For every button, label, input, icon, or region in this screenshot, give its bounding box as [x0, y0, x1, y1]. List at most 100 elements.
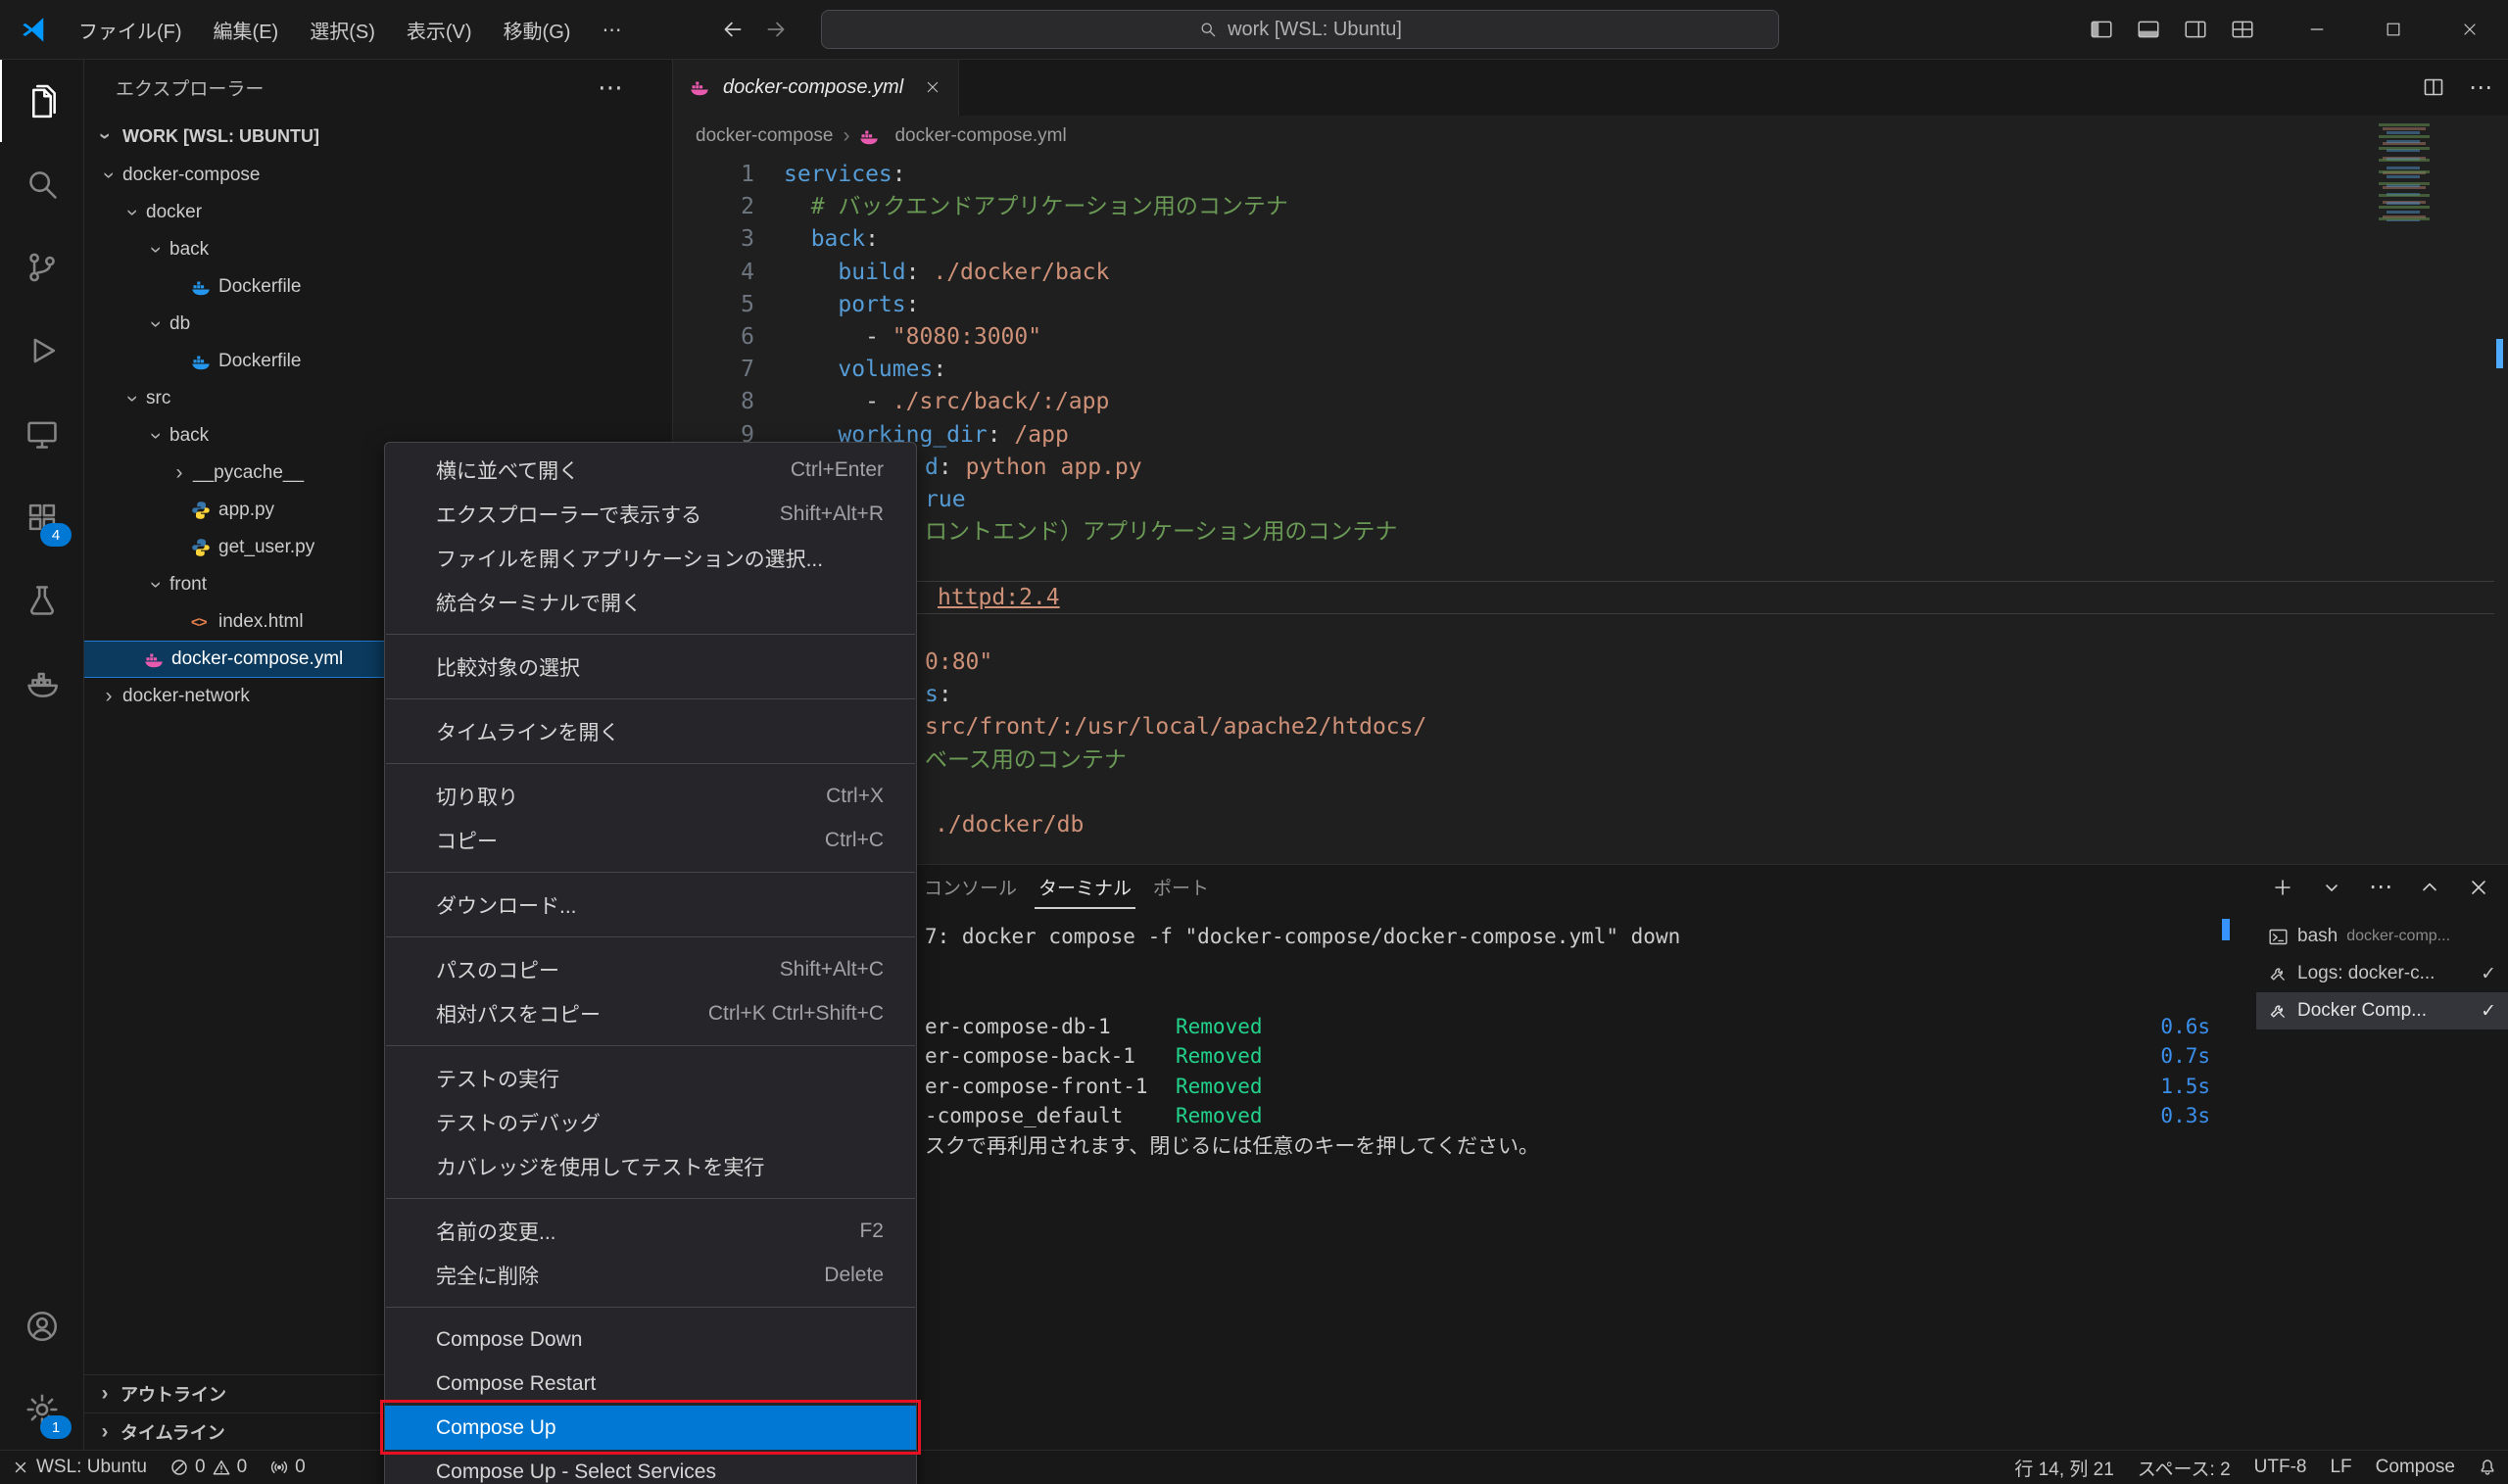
tree-item-dockerfile[interactable]: ›Dockerfile — [83, 343, 672, 380]
close-panel-icon[interactable] — [2467, 876, 2490, 899]
activity-settings[interactable]: 1 — [0, 1367, 83, 1451]
editor-tab-docker-compose[interactable]: docker-compose.yml — [672, 59, 960, 116]
activity-account[interactable] — [0, 1284, 83, 1367]
new-terminal-icon[interactable] — [2271, 876, 2294, 899]
context-menu-item-15[interactable]: 相対パスをコピー Ctrl+K Ctrl+Shift+C — [385, 991, 916, 1035]
context-menu-item-label: パスのコピー — [436, 959, 559, 982]
context-menu-item-21[interactable]: 名前の変更... F2 — [385, 1209, 916, 1253]
tree-item-docker[interactable]: › docker — [83, 194, 672, 231]
tree-item-src[interactable]: › src — [83, 380, 672, 417]
problems-indicator[interactable]: 0 0 — [159, 1451, 259, 1484]
editor-more-icon[interactable]: ⋯ — [2469, 73, 2492, 102]
forward-arrow-icon[interactable] — [763, 17, 789, 42]
chevron-down-icon[interactable]: › — [144, 238, 168, 262]
context-menu-item-1[interactable]: エクスプローラーで表示する Shift+Alt+R — [385, 492, 916, 536]
activity-search[interactable] — [0, 142, 83, 225]
context-menu-item-27[interactable]: Compose Up - Select Services — [385, 1450, 916, 1484]
status-item-2[interactable]: UTF-8 — [2243, 1451, 2319, 1484]
line-number: 7 — [741, 357, 754, 383]
menubar-item-2[interactable]: 選択(S) — [294, 0, 391, 59]
status-item-4[interactable]: Compose — [2364, 1451, 2467, 1484]
views-more-icon[interactable]: ⋯ — [598, 72, 623, 103]
context-menu-item-9[interactable]: 切り取り Ctrl+X — [385, 774, 916, 818]
tree-item-dockerfile[interactable]: ›Dockerfile — [83, 268, 672, 306]
chevron-down-icon[interactable]: › — [97, 164, 121, 187]
context-menu-item-19[interactable]: カバレッジを使用してテストを実行 — [385, 1144, 916, 1188]
tree-item-db[interactable]: › db — [83, 306, 672, 343]
terminal-list-item-2[interactable]: Docker Comp... ✓ — [2256, 992, 2508, 1029]
maximize-button[interactable] — [2355, 0, 2432, 59]
terminal-icon — [2268, 927, 2289, 947]
panel-tab-1[interactable]: ターミナル — [1035, 865, 1135, 909]
terminal-status: Removed — [1176, 1044, 1263, 1068]
activity-explorer[interactable] — [0, 59, 83, 142]
close-button[interactable] — [2432, 0, 2508, 59]
chevron-down-icon[interactable]: › — [121, 201, 144, 224]
notifications-bell[interactable] — [2467, 1451, 2508, 1484]
status-item-3[interactable]: LF — [2318, 1451, 2363, 1484]
breadcrumb-folder[interactable]: docker-compose — [696, 125, 833, 147]
context-menu-item-7[interactable]: タイムラインを開く — [385, 709, 916, 753]
ports-indicator[interactable]: 0 — [259, 1451, 317, 1484]
activity-extensions[interactable]: 4 — [0, 475, 83, 558]
maximize-panel-icon[interactable] — [2418, 876, 2441, 899]
chevron-right-icon[interactable]: › — [97, 685, 121, 708]
code-text: back: — [810, 226, 879, 253]
menubar-item-1[interactable]: 編集(E) — [198, 0, 295, 59]
minimize-button[interactable] — [2279, 0, 2355, 59]
chevron-down-icon[interactable]: › — [144, 424, 168, 448]
chevron-down-icon[interactable]: › — [121, 387, 144, 410]
minimap[interactable] — [2379, 120, 2443, 229]
tree-item-back[interactable]: › back — [83, 231, 672, 268]
context-menu-item-12[interactable]: ダウンロード... — [385, 883, 916, 927]
activity-docker[interactable] — [0, 642, 83, 725]
tree-item-label: docker-compose.yml — [171, 648, 344, 669]
panel-tab-0[interactable]: コンソール — [920, 865, 1021, 909]
status-item-1[interactable]: スペース: 2 — [2126, 1451, 2243, 1484]
back-arrow-icon[interactable] — [720, 17, 746, 42]
activity-bar-bottom: 1 — [0, 1284, 83, 1451]
chevron-down-icon[interactable]: › — [144, 573, 168, 597]
menubar-item-4[interactable]: 移動(G) — [488, 0, 587, 59]
tree-item-docker-compose[interactable]: › docker-compose — [83, 157, 672, 194]
breadcrumb-file[interactable]: docker-compose.yml — [894, 125, 1066, 147]
context-menu-item-10[interactable]: コピー Ctrl+C — [385, 818, 916, 862]
workspace-section-header[interactable]: › WORK [WSL: UBUNTU] — [83, 116, 672, 157]
menubar-item-0[interactable]: ファイル(F) — [63, 0, 198, 59]
split-editor-icon[interactable] — [2422, 75, 2445, 99]
activity-testing[interactable] — [0, 558, 83, 642]
context-menu-item-5[interactable]: 比較対象の選択 — [385, 645, 916, 689]
tree-item-label: get_user.py — [218, 537, 315, 557]
context-menu-item-3[interactable]: 統合ターミナルで開く — [385, 580, 916, 624]
close-tab-icon[interactable] — [925, 79, 940, 95]
remote-indicator[interactable]: WSL: Ubuntu — [0, 1451, 159, 1484]
context-menu-item-2[interactable]: ファイルを開くアプリケーションの選択... — [385, 536, 916, 580]
status-item-0[interactable]: 行 14, 列 21 — [2002, 1451, 2125, 1484]
toggle-panel-icon[interactable] — [2130, 11, 2167, 48]
terminal-dropdown-icon[interactable] — [2320, 876, 2343, 899]
context-menu-item-22[interactable]: 完全に削除 Delete — [385, 1253, 916, 1297]
chevron-right-icon[interactable]: › — [168, 461, 191, 485]
context-menu-item-0[interactable]: 横に並べて開く Ctrl+Enter — [385, 448, 916, 492]
panel-tab-2[interactable]: ポート — [1149, 865, 1213, 909]
context-menu-item-17[interactable]: テストの実行 — [385, 1056, 916, 1100]
history-navigation — [720, 0, 789, 59]
customize-layout-icon[interactable] — [2224, 11, 2261, 48]
menubar-item-3[interactable]: 表示(V) — [391, 0, 488, 59]
chevron-right-icon: › — [843, 124, 850, 147]
panel-more-icon[interactable]: ⋯ — [2369, 873, 2392, 901]
context-menu-item-24[interactable]: Compose Down — [385, 1317, 916, 1362]
activity-run-debug[interactable] — [0, 309, 83, 392]
command-center-search[interactable]: work [WSL: Ubuntu] — [821, 10, 1779, 49]
terminal-list-item-0[interactable]: bash docker-comp... — [2256, 918, 2508, 955]
activity-remote-explorer[interactable] — [0, 392, 83, 475]
toggle-sidebar-icon[interactable] — [2083, 11, 2120, 48]
context-menu-item-18[interactable]: テストのデバッグ — [385, 1100, 916, 1144]
context-menu-item-14[interactable]: パスのコピー Shift+Alt+C — [385, 947, 916, 991]
toggle-secondary-sidebar-icon[interactable] — [2177, 11, 2214, 48]
activity-source-control[interactable] — [0, 225, 83, 309]
menubar-more-icon[interactable]: ⋯ — [586, 0, 637, 59]
terminal-list-item-1[interactable]: Logs: docker-c... ✓ — [2256, 955, 2508, 992]
code-area[interactable]: 1 services: 2 # バックエンドアプリケーション用のコンテナ 3 back… — [672, 155, 2508, 864]
chevron-down-icon[interactable]: › — [144, 312, 168, 336]
